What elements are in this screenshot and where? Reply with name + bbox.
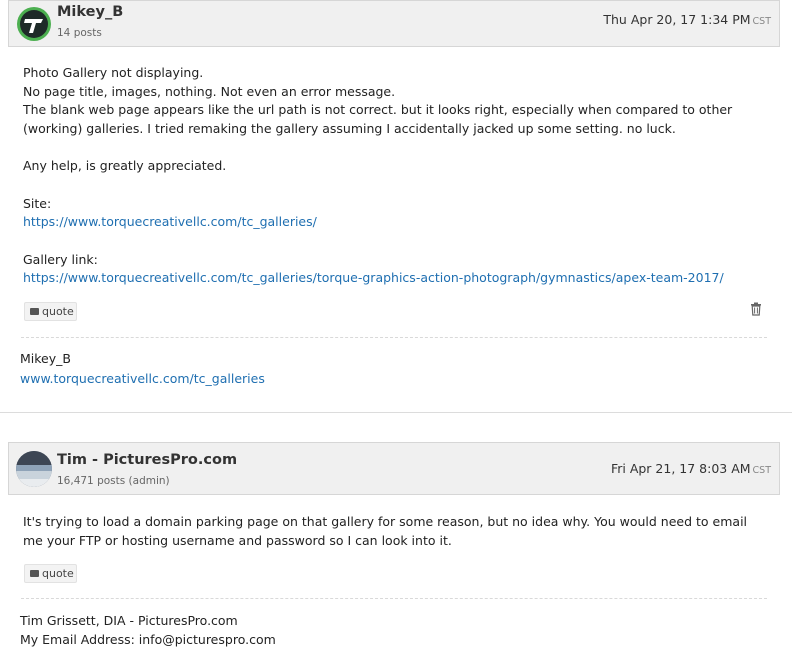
avatar[interactable] <box>16 6 52 42</box>
post-text-line: Photo Gallery not displaying. <box>23 65 204 80</box>
avatar[interactable] <box>16 451 52 487</box>
post-text-line: Any help, is greatly appreciated. <box>23 158 227 173</box>
post-text-line: me your FTP or hosting username and pass… <box>23 533 452 548</box>
post-date-text: Fri Apr 21, 17 8:03 AM <box>610 461 751 476</box>
post-header: Tim - PicturesPro.com 16,471 posts (admi… <box>8 442 780 495</box>
quote-button[interactable]: quote <box>24 302 77 321</box>
post-text-line: (working) galleries. I tried remaking th… <box>23 121 676 136</box>
quote-label: quote <box>42 567 74 580</box>
post-date: Fri Apr 21, 17 8:03 AM CST <box>611 461 771 476</box>
site-link[interactable]: https://www.torquecreativellc.com/tc_gal… <box>23 212 317 232</box>
signature-line: Tim Grissett, DIA - PicturesPro.com <box>20 613 238 628</box>
signature-line: Mikey_B <box>20 351 71 366</box>
signature-divider <box>21 598 767 599</box>
signature-divider <box>21 337 767 338</box>
quote-icon <box>30 570 39 577</box>
author-name[interactable]: Mikey_B <box>57 4 123 20</box>
post-count: 14 posts <box>57 27 102 39</box>
post-text-line: Site: <box>23 196 52 211</box>
quote-icon <box>30 308 39 315</box>
author-name[interactable]: Tim - PicturesPro.com <box>57 452 237 468</box>
gallery-link[interactable]: https://www.torquecreativellc.com/tc_gal… <box>23 268 724 288</box>
quote-label: quote <box>42 305 74 318</box>
trash-icon[interactable] <box>750 302 762 316</box>
post-separator <box>0 412 792 413</box>
post-text-line: It's trying to load a domain parking pag… <box>23 514 748 529</box>
signature-line: My Email Address: info@picturespro.com <box>20 632 276 647</box>
timezone: CST <box>752 465 771 476</box>
post-text-line: No page title, images, nothing. Not even… <box>23 84 396 99</box>
post-text-line: The blank web page appears like the url … <box>23 102 733 117</box>
post-date: Thu Apr 20, 17 1:34 PM CST <box>603 12 771 27</box>
logo-avatar-icon <box>17 7 51 41</box>
post-date-text: Thu Apr 20, 17 1:34 PM <box>603 12 751 27</box>
signature-link[interactable]: www.torquecreativellc.com/tc_galleries <box>20 369 265 389</box>
post-count: 16,471 posts (admin) <box>57 475 170 487</box>
post-header: Mikey_B 14 posts Thu Apr 20, 17 1:34 PM C… <box>8 0 780 47</box>
photo-avatar-icon <box>16 451 52 487</box>
post-text-line: Gallery link: <box>23 252 98 267</box>
timezone: CST <box>752 16 771 27</box>
quote-button[interactable]: quote <box>24 564 77 583</box>
